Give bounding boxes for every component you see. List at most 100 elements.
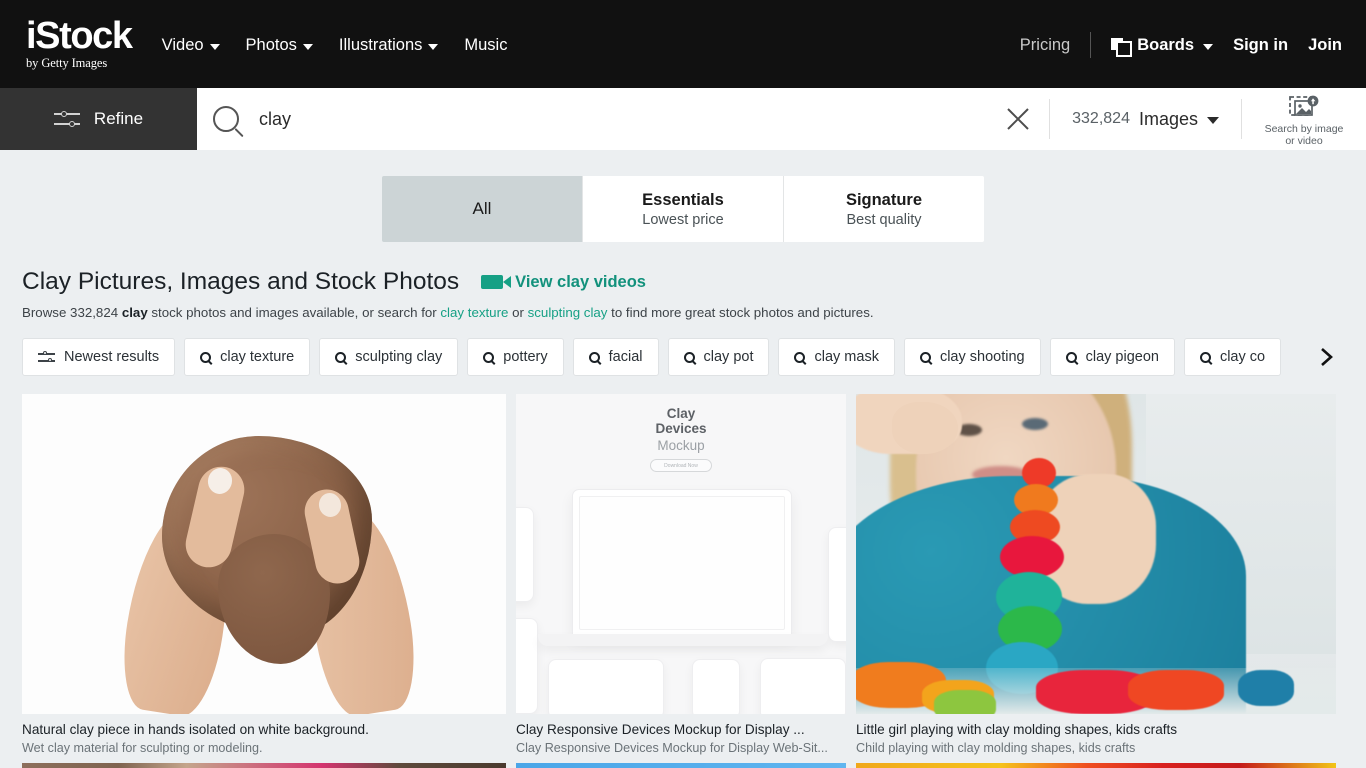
chip-facial[interactable]: facial [572,338,659,376]
primary-nav: Video Photos Illustrations Music [162,36,508,55]
chip-clay-texture[interactable]: clay texture [184,338,311,376]
search-icon [483,351,495,363]
result-thumbnail-girl-clay[interactable] [856,394,1336,714]
search-input[interactable] [259,108,988,130]
logo-tagline: by Getty Images [26,56,108,70]
result-count: 332,824 [1072,110,1130,127]
search-icon [213,106,239,132]
chevron-down-icon [209,43,220,50]
search-by-image-label: Search by image or video [1264,123,1344,147]
chip-label: clay pigeon [1085,349,1159,365]
chips-next-button[interactable] [1310,346,1344,368]
tab-all-label: All [472,199,492,218]
desc-link-sculpting-clay[interactable]: sculpting clay [528,305,608,320]
search-icon [200,351,212,363]
chip-newest-results[interactable]: Newest results [22,338,176,376]
nav-item-illustrations-label: Illustrations [338,35,423,54]
device-phone-shape [828,527,846,642]
clay-blob [1238,670,1294,706]
result-card[interactable]: Little girl playing with clay molding sh… [856,394,1336,755]
nav-item-photos-label: Photos [245,35,297,54]
quality-tabs-wrapper: All Essentials Lowest price Signature Be… [0,150,1366,242]
sign-in-link[interactable]: Sign in [1233,36,1288,55]
view-videos-link[interactable]: View clay videos [481,273,646,292]
top-navigation-bar: iStock by Getty Images Video Photos Illu… [0,0,1366,88]
nav-item-illustrations[interactable]: Illustrations [338,35,439,55]
result-thumbnail-hands-clay[interactable] [22,394,506,714]
search-icon [919,351,931,363]
search-bar: Refine 332,824 Images Search by image or [0,88,1366,150]
nav-item-video[interactable]: Video [162,36,220,55]
result-card[interactable]: Clay Devices Mockup Download Now Clay Re… [516,394,846,755]
quality-tabs: All Essentials Lowest price Signature Be… [382,176,984,242]
desc-or: or [508,305,528,320]
search-field-wrapper [197,88,988,150]
device-tablet-shape [548,659,664,714]
desc-mid: stock photos and images available, or se… [147,305,441,320]
desc-term: clay [121,305,148,320]
chip-pottery[interactable]: pottery [467,338,564,376]
search-icon [794,351,806,363]
boards-menu[interactable]: Boards [1111,36,1214,57]
chip-clay-pot[interactable]: clay pot [667,338,770,376]
search-by-image-icon [1289,95,1319,116]
page-title: Clay Pictures, Images and Stock Photos [22,268,460,295]
mockup-title-line2: Devices [655,421,707,436]
chip-label: clay texture [220,349,295,365]
chevron-right-icon [1321,348,1333,366]
nav-item-music[interactable]: Music [464,36,507,55]
result-thumbnail-devices-mockup[interactable]: Clay Devices Mockup Download Now [516,394,846,714]
chevron-down-icon [1203,43,1214,50]
device-tablet-shape [760,658,846,714]
nav-item-photos[interactable]: Photos [246,36,313,55]
istock-logo[interactable]: iStock by Getty Images [26,17,133,71]
tab-essentials-label: Essentials [642,190,724,209]
join-link[interactable]: Join [1308,36,1342,55]
device-phone-shape [516,507,534,602]
boards-icon [1111,37,1133,57]
eye-shape [1022,418,1048,430]
nav-item-music-label: Music [464,35,508,54]
search-icon [588,351,600,363]
chip-clay-co[interactable]: clay co [1183,338,1282,376]
chip-clay-pigeon[interactable]: clay pigeon [1049,338,1175,376]
chip-label: Newest results [64,349,160,365]
clay-blob [1128,670,1224,710]
secondary-nav: Pricing Boards Sign in Join [1020,32,1342,58]
tab-essentials-sublabel: Lowest price [642,211,724,228]
clay-blobs-group [856,648,1336,714]
tab-signature-sublabel: Best quality [846,211,922,228]
refine-button[interactable]: Refine [0,88,197,150]
search-icon [683,351,695,363]
tab-all[interactable]: All [382,176,583,242]
chip-label: clay shooting [939,349,1025,365]
desc-link-clay-texture[interactable]: clay texture [440,305,508,320]
desc-pre: Browse [22,305,71,320]
chip-clay-shooting[interactable]: clay shooting [903,338,1041,376]
pricing-link[interactable]: Pricing [1020,36,1070,55]
asset-type-selector[interactable]: 332,824 Images [1050,88,1241,150]
tab-signature[interactable]: Signature Best quality [784,176,984,242]
clear-search-button[interactable] [987,88,1049,150]
result-thumbnail-partial[interactable] [856,763,1336,768]
main-content: Clay Pictures, Images and Stock Photos V… [0,268,1366,755]
desc-count: 332,824 [70,305,119,320]
result-title[interactable]: Natural clay piece in hands isolated on … [22,722,506,737]
result-title[interactable]: Little girl playing with clay molding sh… [856,722,1336,737]
result-subtitle: Child playing with clay molding shapes, … [856,741,1136,755]
result-title[interactable]: Clay Responsive Devices Mockup for Displ… [516,722,846,737]
related-searches-row: Newest results clay texture sculpting cl… [22,338,1344,376]
result-thumbnail-partial[interactable] [516,763,846,768]
page-heading-row: Clay Pictures, Images and Stock Photos V… [22,268,1344,296]
results-grid-next-row [0,763,1366,768]
search-by-image-button[interactable]: Search by image or video [1242,88,1366,150]
result-card[interactable]: Natural clay piece in hands isolated on … [22,394,506,755]
tab-essentials[interactable]: Essentials Lowest price [583,176,784,242]
asset-type-label: Images [1138,108,1198,129]
chevron-down-icon [428,43,439,50]
chip-sculpting-clay[interactable]: sculpting clay [319,338,459,376]
chip-clay-mask[interactable]: clay mask [778,338,895,376]
result-thumbnail-partial[interactable] [22,763,506,768]
device-phone-shape [516,618,538,714]
hand-shape [892,402,958,454]
